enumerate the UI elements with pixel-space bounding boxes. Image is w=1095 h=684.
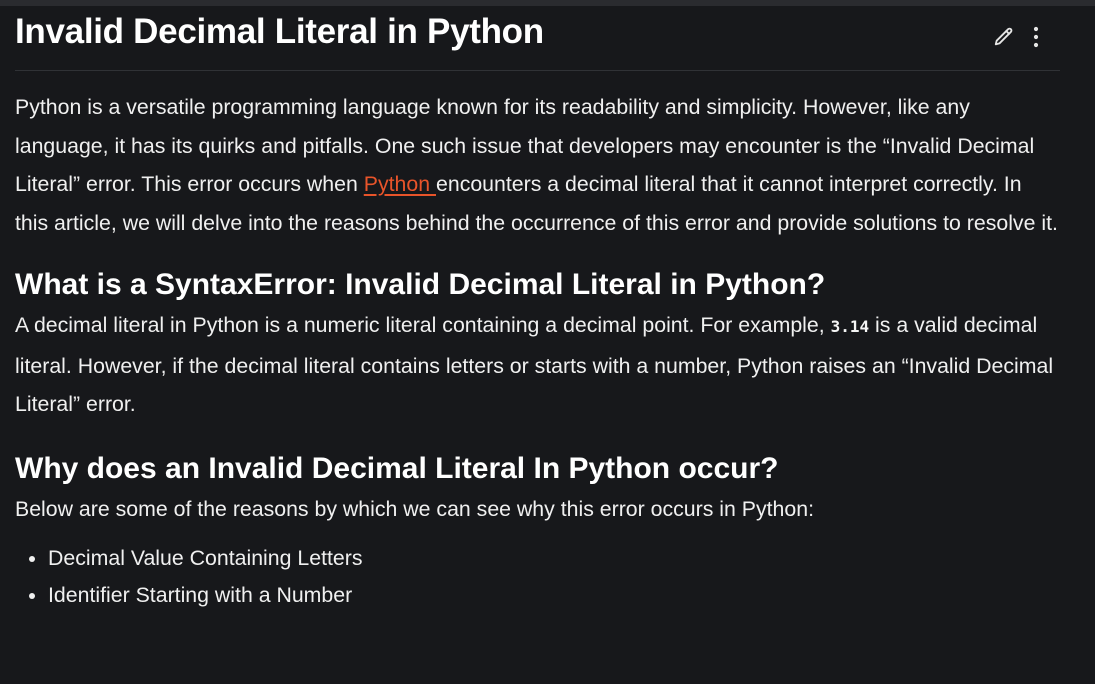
section-heading-what-is: What is a SyntaxError: Invalid Decimal L…: [15, 268, 826, 301]
article-title: Invalid Decimal Literal in Python: [15, 12, 544, 51]
list-item: Decimal Value Containing Letters: [48, 540, 1060, 577]
section-what-is-paragraph: A decimal literal in Python is a numeric…: [15, 306, 1060, 424]
inline-code: 3.14: [830, 317, 870, 336]
section-what-is-text-start: A decimal literal in Python is a numeric…: [15, 313, 831, 337]
intro-paragraph: Python is a versatile programming langua…: [15, 88, 1060, 242]
more-vertical-icon[interactable]: [1027, 24, 1045, 50]
article: Invalid Decimal Literal in Python Python…: [15, 6, 1060, 613]
section-heading-why: Why does an Invalid Decimal Literal In P…: [15, 451, 779, 485]
article-header: Invalid Decimal Literal in Python: [15, 6, 1060, 71]
list-item: Identifier Starting with a Number: [48, 577, 1060, 614]
pencil-icon[interactable]: [993, 26, 1015, 48]
python-link[interactable]: Python: [364, 172, 436, 196]
section-why-paragraph: Below are some of the reasons by which w…: [15, 496, 815, 521]
reasons-list: Decimal Value Containing Letters Identif…: [15, 540, 1060, 613]
